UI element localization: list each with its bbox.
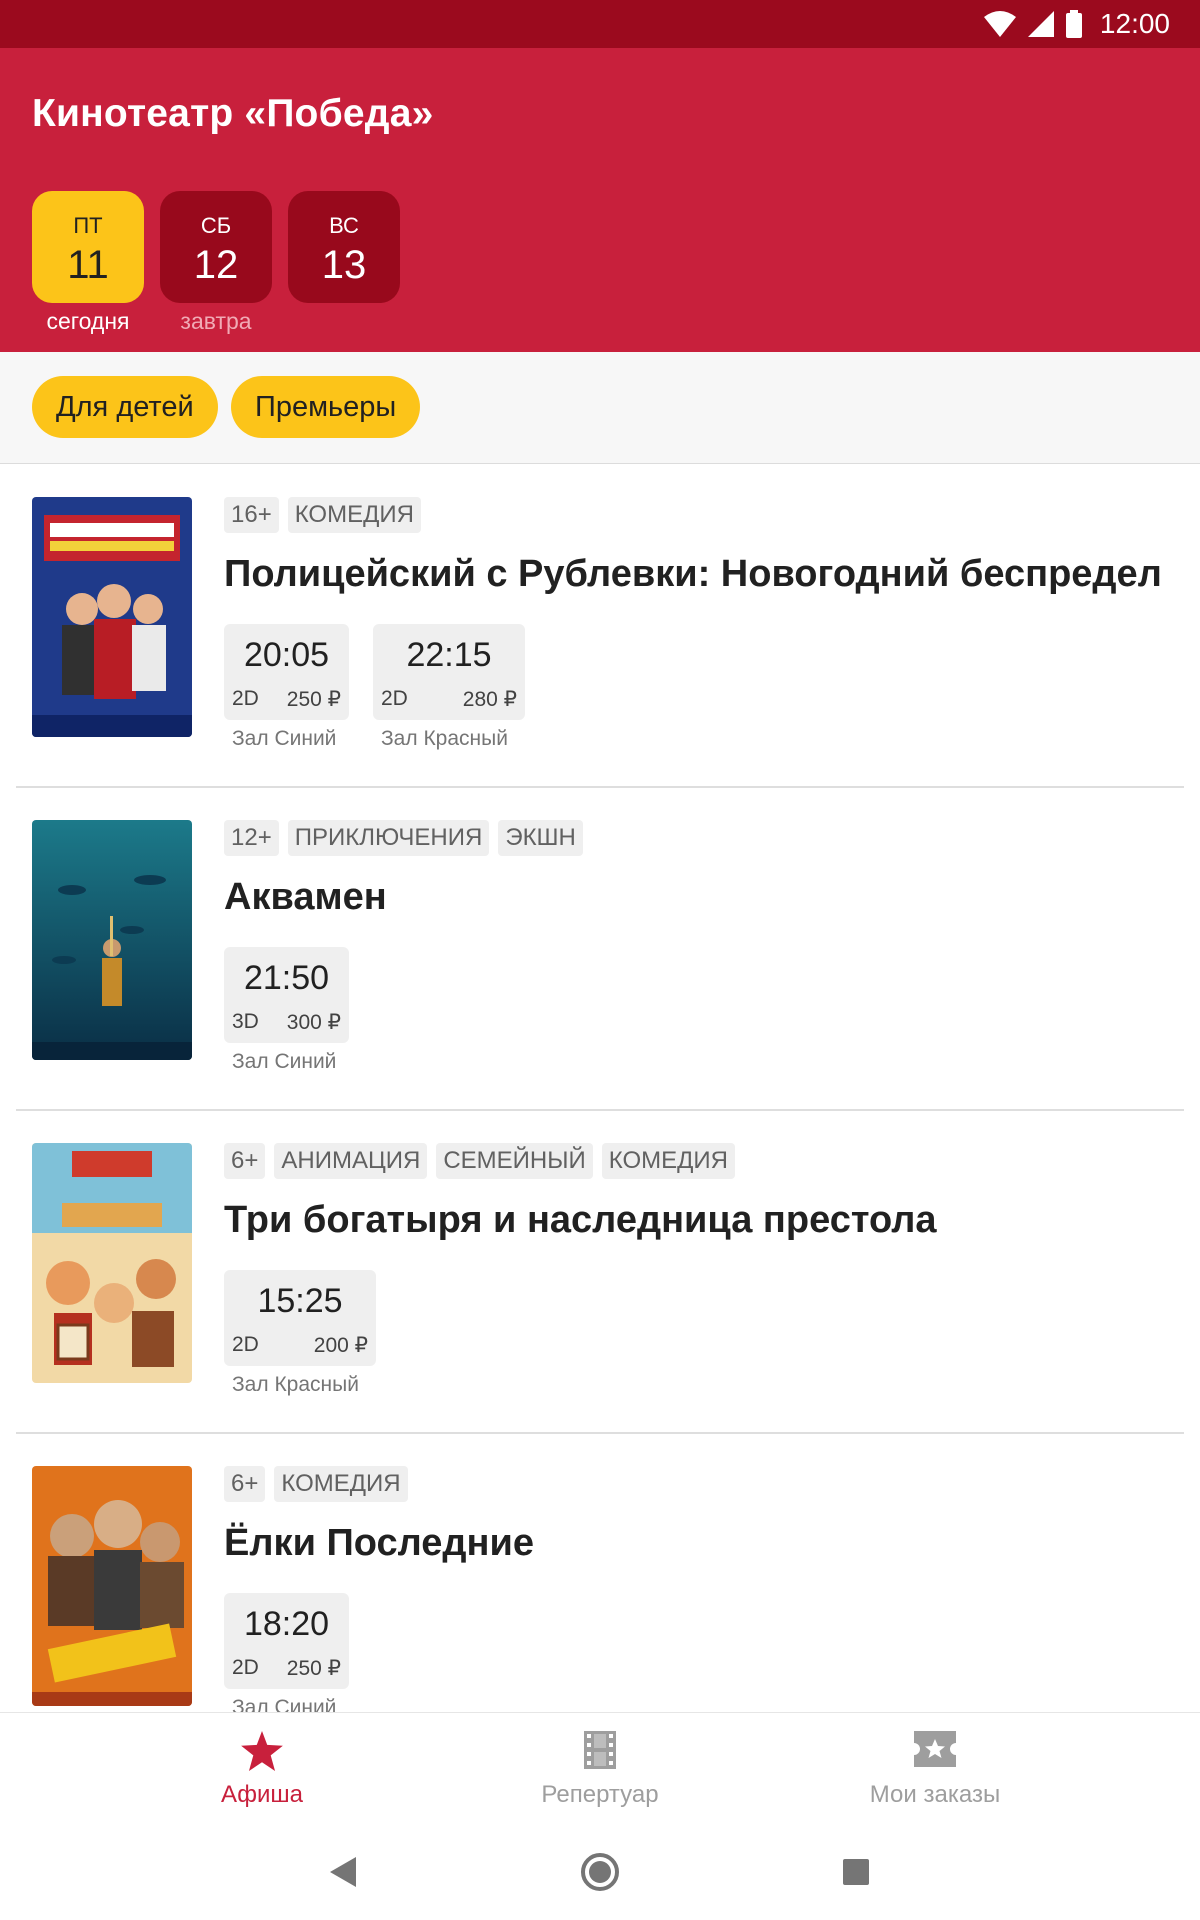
session-format: 3D: [232, 1010, 259, 1033]
movie-tags: 16+ КОМЕДИЯ: [224, 497, 421, 533]
session-meta: 2D 200 ₽: [232, 1333, 368, 1358]
date-dow: ПТ: [73, 213, 103, 238]
nav-my-orders[interactable]: Мои заказы: [765, 1713, 1105, 1825]
session-format: 2D: [232, 687, 259, 710]
genre-tag: АНИМАЦИЯ: [274, 1143, 428, 1179]
age-rating-badge: 16+: [224, 497, 279, 533]
session-format: 2D: [232, 1333, 259, 1356]
session-meta: 2D 250 ₽: [232, 687, 341, 712]
date-tile-fri[interactable]: ПТ 11: [32, 191, 144, 303]
filter-chip-kids[interactable]: Для детей: [32, 376, 218, 438]
session-hall: Зал Красный: [381, 727, 508, 750]
session-button[interactable]: 20:05 2D 250 ₽: [224, 624, 349, 720]
date-day: 12: [193, 243, 239, 287]
movie-tags: 6+ КОМЕДИЯ: [224, 1466, 408, 1502]
nav-repertoire[interactable]: Репертуар: [430, 1713, 770, 1825]
movie-poster[interactable]: [32, 497, 192, 737]
back-icon[interactable]: [320, 1848, 368, 1896]
filter-chip-premieres[interactable]: Премьеры: [231, 376, 421, 438]
system-navigation-bar: [0, 1824, 1200, 1920]
movie-poster[interactable]: [32, 820, 192, 1060]
status-time: 12:00: [1099, 8, 1170, 39]
session-hall: Зал Синий: [232, 727, 337, 750]
session-price: 200 ₽: [313, 1334, 368, 1357]
session-price: 250 ₽: [286, 1657, 341, 1680]
session-price: 300 ₽: [286, 1011, 341, 1034]
session-hall: Зал Красный: [232, 1373, 359, 1396]
bottom-navigation: Афиша Репертуар Мои заказы: [0, 1712, 1200, 1824]
session-hall: Зал Синий: [232, 1696, 337, 1712]
session-meta: 2D 250 ₽: [232, 1656, 341, 1681]
nav-afisha[interactable]: Афиша: [92, 1713, 432, 1825]
movie-poster[interactable]: [32, 1143, 192, 1383]
date-tile-sun[interactable]: ВС 13: [288, 191, 400, 303]
age-rating-badge: 12+: [224, 820, 279, 856]
genre-tag: ЭКШН: [498, 820, 583, 856]
genre-tag: ПРИКЛЮЧЕНИЯ: [287, 820, 490, 856]
session-button[interactable]: 21:50 3D 300 ₽: [224, 947, 349, 1043]
date-day: 13: [321, 243, 367, 287]
date-tile-sat[interactable]: СБ 12: [160, 191, 272, 303]
genre-tag: КОМЕДИЯ: [287, 497, 421, 533]
movie-title[interactable]: Ёлки Последние: [224, 1522, 534, 1565]
home-icon[interactable]: [576, 1848, 624, 1896]
nav-label: Репертуар: [541, 1781, 659, 1808]
filter-bar: Для детей Премьеры: [0, 352, 1200, 464]
movie-title[interactable]: Полицейский с Рублевки: Новогодний беспр…: [224, 553, 1162, 596]
genre-tag: СЕМЕЙНЫЙ: [436, 1143, 593, 1179]
age-rating-badge: 6+: [224, 1143, 266, 1179]
status-icons: 12:00: [983, 0, 1170, 48]
movie-title[interactable]: Три богатыря и наследница престола: [224, 1199, 936, 1242]
date-caption: сегодня: [46, 308, 130, 334]
star-icon: [92, 1731, 432, 1771]
session-time: 20:05: [243, 636, 330, 674]
session-meta: 2D 280 ₽: [381, 687, 517, 712]
session-price: 280 ₽: [462, 688, 517, 711]
nav-label: Афиша: [220, 1781, 304, 1808]
session-format: 2D: [381, 687, 408, 710]
session-meta: 3D 300 ₽: [232, 1010, 341, 1035]
session-time: 15:25: [257, 1282, 343, 1320]
ticket-icon: [765, 1731, 1105, 1771]
genre-tag: КОМЕДИЯ: [601, 1143, 735, 1179]
date-day: 11: [67, 243, 109, 287]
movie-title[interactable]: Аквамен: [224, 876, 387, 919]
date-dow: ВС: [329, 213, 359, 238]
movie-poster[interactable]: [32, 1466, 192, 1706]
movie-card[interactable]: 6+ КОМЕДИЯ Ёлки Последние 18:20 2D 250 ₽…: [0, 1434, 1200, 1712]
film-icon: [430, 1731, 770, 1771]
movie-card[interactable]: 6+ АНИМАЦИЯ СЕМЕЙНЫЙ КОМЕДИЯ Три богатыр…: [0, 1111, 1200, 1434]
page-title: Кинотеатр «Победа»: [32, 92, 434, 135]
movie-tags: 6+ АНИМАЦИЯ СЕМЕЙНЫЙ КОМЕДИЯ: [224, 1143, 735, 1179]
session-hall: Зал Синий: [232, 1050, 337, 1073]
session-time: 21:50: [243, 959, 330, 997]
movie-card[interactable]: 12+ ПРИКЛЮЧЕНИЯ ЭКШН Аквамен 21:50 3D 30…: [0, 788, 1200, 1111]
recents-icon[interactable]: [832, 1848, 880, 1896]
session-time: 18:20: [243, 1605, 330, 1643]
session-time: 22:15: [406, 636, 492, 674]
session-button[interactable]: 22:15 2D 280 ₽: [373, 624, 525, 720]
signal-icon: [1027, 11, 1054, 37]
age-rating-badge: 6+: [224, 1466, 266, 1502]
movie-card[interactable]: 16+ КОМЕДИЯ Полицейский с Рублевки: Ново…: [0, 465, 1200, 788]
session-price: 250 ₽: [286, 688, 341, 711]
session-button[interactable]: 18:20 2D 250 ₽: [224, 1593, 349, 1689]
session-button[interactable]: 15:25 2D 200 ₽: [224, 1270, 376, 1366]
date-caption: завтра: [180, 308, 252, 334]
battery-icon: [1065, 10, 1082, 38]
nav-label: Мои заказы: [869, 1781, 1001, 1808]
app-header: Кинотеатр «Победа» ПТ 11 сегодня СБ 12 з…: [0, 48, 1200, 352]
date-dow: СБ: [200, 213, 232, 238]
session-format: 2D: [232, 1656, 259, 1679]
status-bar: 12:00: [0, 0, 1200, 48]
genre-tag: КОМЕДИЯ: [274, 1466, 408, 1502]
wifi-icon: [983, 11, 1016, 37]
movie-tags: 12+ ПРИКЛЮЧЕНИЯ ЭКШН: [224, 820, 583, 856]
